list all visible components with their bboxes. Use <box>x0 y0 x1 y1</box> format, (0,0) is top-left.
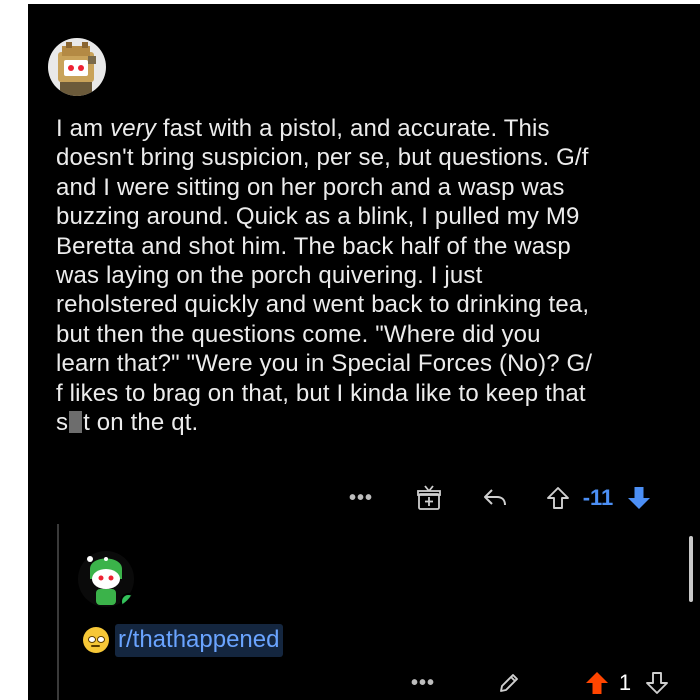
award-icon <box>417 485 441 510</box>
user-avatar[interactable] <box>48 38 106 96</box>
more-icon: ••• <box>348 486 373 509</box>
edit-icon <box>500 674 518 692</box>
comment-line: but then the questions come. "Where did … <box>56 320 541 348</box>
comment-line: doesn't bring suspicion, per se, but que… <box>56 144 589 172</box>
reply-body: r/thathappened <box>83 623 284 657</box>
thread-line <box>57 524 59 700</box>
comment-line: f likes to brag on that, but I kinda lik… <box>56 379 586 407</box>
subreddit-link[interactable]: r/thathappened <box>115 623 284 657</box>
comment-thread: I am very fast with a pistol, and accura… <box>28 4 700 700</box>
award-button[interactable] <box>412 479 446 517</box>
reply-score: 1 <box>618 670 632 695</box>
reply-user-avatar[interactable] <box>76 549 136 609</box>
online-indicator <box>120 593 136 609</box>
comment-line: I am very fast with a pistol, and accura… <box>56 115 550 142</box>
snoo-avatar-icon <box>58 42 96 96</box>
comment-line: learn that?" "Were you in Special Forces… <box>56 350 593 378</box>
comment-line: and I were sitting on her porch and a wa… <box>56 173 565 201</box>
reply-actions: ••• 1 <box>408 664 698 698</box>
upvote-icon <box>547 487 569 509</box>
comment-line: buzzing around. Quick as a blink, I pull… <box>56 203 580 231</box>
upvote-button[interactable] <box>580 664 614 700</box>
comment-body: I am very fast with a pistol, and accura… <box>56 114 676 437</box>
more-icon: ••• <box>410 671 435 694</box>
comment-actions: ••• -11 <box>328 479 698 517</box>
upvote-icon <box>586 672 608 694</box>
scrollbar[interactable] <box>689 536 693 602</box>
emoji-icon <box>83 627 109 653</box>
reply-button[interactable] <box>478 479 512 517</box>
comment-line: reholstered quickly and went back to dri… <box>56 291 590 319</box>
reply-icon <box>484 489 506 506</box>
downvote-icon <box>646 672 668 694</box>
comment-score: -11 <box>582 485 614 510</box>
more-button[interactable]: ••• <box>408 664 438 700</box>
downvote-button[interactable] <box>640 664 674 700</box>
upvote-button[interactable] <box>540 479 576 517</box>
edit-button[interactable] <box>492 664 526 700</box>
comment-line: st on the qt. <box>56 409 199 437</box>
downvote-button[interactable] <box>620 479 658 517</box>
more-button[interactable]: ••• <box>346 479 376 517</box>
comment-line: Beretta and shot him. The back half of t… <box>56 232 571 260</box>
censor-blur <box>69 411 83 434</box>
comment-line: was laying on the porch quivering. I jus… <box>56 262 483 290</box>
downvote-icon <box>628 487 650 509</box>
